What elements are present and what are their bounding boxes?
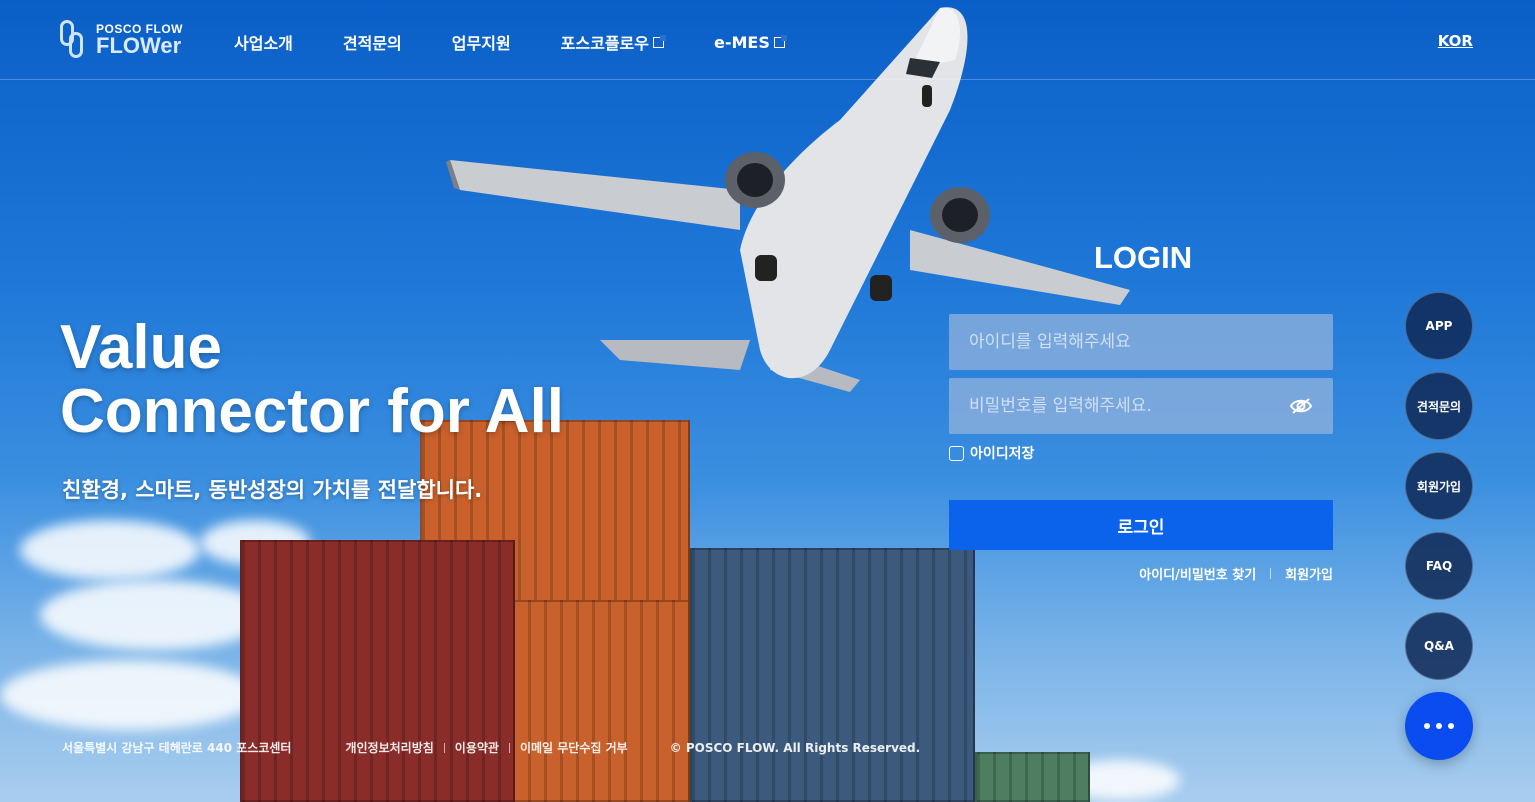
hero-title: Value Connector for All [60,316,564,444]
copyright: © POSCO FLOW. All Rights Reserved. [669,740,921,755]
quick-menu-app[interactable]: APP [1405,292,1473,360]
language-selector[interactable]: KOR [1438,32,1473,50]
terms-link[interactable]: 이용약관 [445,739,509,756]
quick-label: 회원가입 [1416,479,1462,494]
shipping-container [240,540,515,802]
login-button[interactable]: 로그인 [949,500,1333,550]
more-dots-icon [1424,723,1454,729]
nav-item-quote[interactable]: 견적문의 [343,30,402,54]
nav-item-business[interactable]: 사업소개 [234,30,293,54]
hero-title-line1: Value [60,313,222,382]
shipping-container [975,752,1090,802]
logo-big-text: FLOWer [96,33,182,58]
password-input[interactable] [969,396,1289,416]
divider [1270,568,1272,579]
privacy-policy-link[interactable]: 개인정보처리방침 [335,739,443,756]
cloud [20,520,200,580]
shipping-container [690,548,975,802]
logo-chain-icon [60,20,88,60]
login-links: 아이디/비밀번호 찾기 회원가입 [1139,564,1333,583]
quick-menu-quote[interactable]: 견적문의 [1405,372,1473,440]
quick-menu-qna[interactable]: Q&A [1405,612,1473,680]
external-link-icon [653,34,666,48]
cloud [0,660,260,730]
shipping-container [510,600,690,802]
id-field [949,314,1333,370]
posco-flow-logo[interactable]: POSCO FLOW FLOWer [60,20,183,60]
footer: 서울특별시 강남구 테헤란로 440 포스코센터 개인정보처리방침 이용약관 이… [62,739,920,756]
more-menu-button[interactable] [1405,692,1473,760]
hero-title-line2: Connector for All [60,377,565,446]
footer-address: 서울특별시 강남구 테헤란로 440 포스코센터 [62,741,292,755]
top-header: POSCO FLOW FLOWer 사업소개 견적문의 업무지원 포스코플로우 … [0,0,1535,80]
save-id-checkbox[interactable]: 아이디저장 [949,443,1034,463]
login-title: LOGIN [1094,240,1193,275]
email-refusal-link[interactable]: 이메일 무단수집 거부 [510,739,638,756]
hide-password-icon[interactable] [1289,394,1313,418]
id-input[interactable] [969,332,1313,352]
external-link-icon [773,34,787,48]
cloud [40,580,270,650]
password-field [949,378,1333,434]
nav-label: 사업소개 [234,34,293,53]
nav-item-support[interactable]: 업무지원 [452,30,511,54]
quick-label: Q&A [1424,639,1454,653]
join-link[interactable]: 회원가입 [1285,564,1333,583]
nav-label: 견적문의 [342,34,402,53]
nav-label: e-MES [714,32,770,52]
main-nav: 사업소개 견적문의 업무지원 포스코플로우 e-MES [234,30,835,54]
nav-label: 포스코플로우 [560,34,649,53]
save-id-label: 아이디저장 [970,446,1035,462]
quick-label: 견적문의 [1416,399,1462,414]
quick-label: FAQ [1425,559,1453,573]
hero-subtitle: 친환경, 스마트, 동반성장의 가치를 전달합니다. [62,478,483,502]
nav-item-poscoflow[interactable]: 포스코플로우 [560,30,666,54]
find-account-link[interactable]: 아이디/비밀번호 찾기 [1139,564,1256,583]
nav-item-emes[interactable]: e-MES [714,30,787,54]
quick-menu-faq[interactable]: FAQ [1405,532,1473,600]
nav-label: 업무지원 [451,34,511,53]
quick-menu-join[interactable]: 회원가입 [1405,452,1473,520]
quick-label: APP [1425,319,1453,333]
checkbox-icon[interactable] [949,445,964,461]
